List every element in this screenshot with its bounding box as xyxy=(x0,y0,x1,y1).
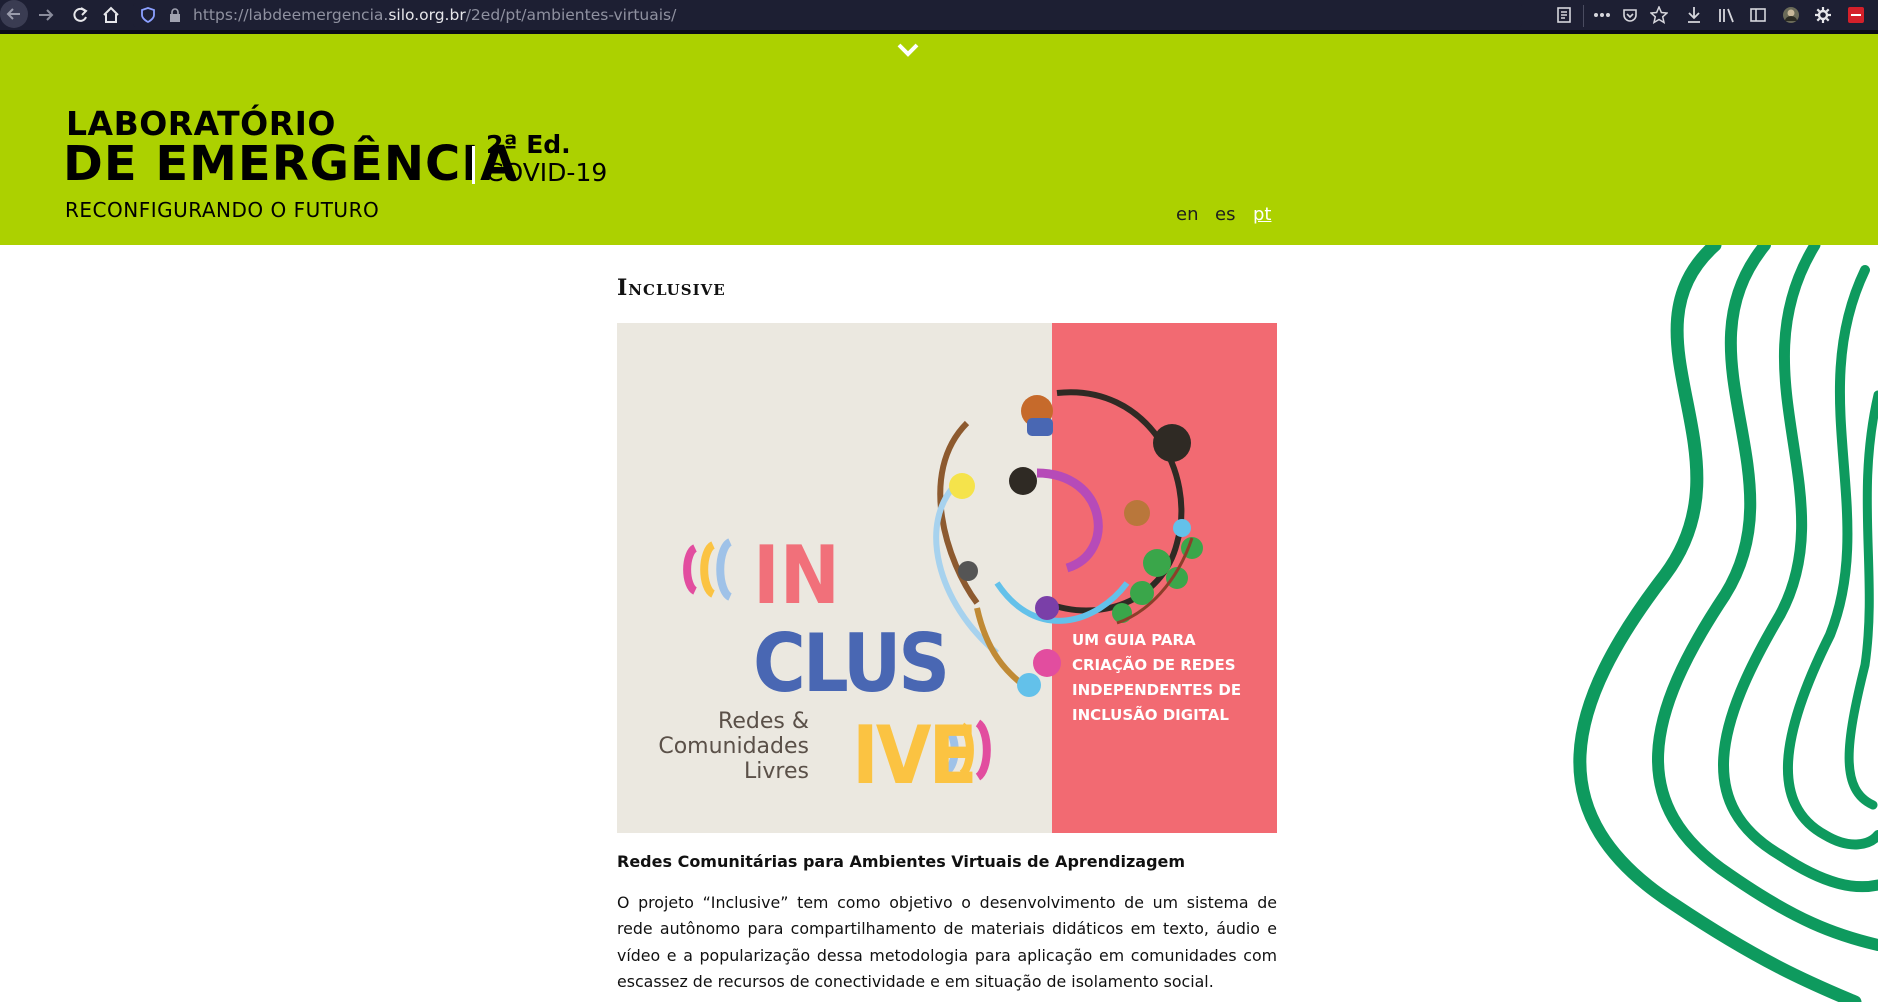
chevron-down-icon xyxy=(897,43,919,57)
decorative-wave-lines xyxy=(1573,245,1878,1002)
back-button[interactable] xyxy=(0,0,30,30)
library-button[interactable] xyxy=(1715,0,1739,30)
home-icon xyxy=(103,6,119,23)
cover-subtitle-line1: Redes & xyxy=(718,709,809,734)
logo-title-line2: DE EMERGÊNCIA xyxy=(63,136,519,192)
lang-pt-link[interactable]: pt xyxy=(1253,204,1271,225)
library-icon xyxy=(1719,8,1734,23)
cover-subtitle-line3: Livres xyxy=(744,759,809,784)
url-path: /2ed/pt/ambientes-virtuais/ xyxy=(465,6,677,24)
site-header: LABORATÓRIO DE EMERGÊNCIA 2ª Ed. COVID-1… xyxy=(0,34,1878,245)
page-title: Inclusive xyxy=(617,275,726,301)
sidebar-button[interactable] xyxy=(1746,0,1770,30)
pocket-button[interactable] xyxy=(1618,0,1642,30)
sidebar-icon xyxy=(1750,8,1766,22)
cover-right-panel xyxy=(1052,323,1277,833)
tracking-shield-icon[interactable] xyxy=(138,0,158,30)
expand-menu-button[interactable] xyxy=(896,42,920,62)
downloads-button[interactable] xyxy=(1682,0,1706,30)
back-arrow-icon xyxy=(0,0,28,28)
gear-icon xyxy=(1815,7,1831,23)
lock-icon[interactable] xyxy=(166,0,184,30)
cover-word-in: IN xyxy=(753,529,840,622)
logo-divider xyxy=(472,146,475,184)
settings-extension-button[interactable] xyxy=(1811,0,1835,30)
logo-edition: 2ª Ed. xyxy=(486,130,571,159)
description-paragraph: O projeto “Inclusive” tem como objetivo … xyxy=(617,893,1277,992)
red-extension-icon xyxy=(1848,7,1864,23)
extension-button[interactable] xyxy=(1779,0,1803,30)
cover-guide-line4: INCLUSÃO DIGITAL xyxy=(1072,705,1229,724)
reader-view-icon xyxy=(1557,7,1571,23)
reader-mode-button[interactable] xyxy=(1552,0,1576,30)
cover-word-ive: IVE xyxy=(852,709,975,802)
forward-arrow-icon xyxy=(39,9,54,21)
lang-es-link[interactable]: es xyxy=(1215,204,1235,225)
reload-icon xyxy=(73,7,88,22)
logo-tagline: RECONFIGURANDO O FUTURO xyxy=(65,198,380,222)
star-icon xyxy=(1650,6,1668,24)
cover-word-clus: CLUS xyxy=(753,617,947,710)
browser-toolbar: https://labdeemergencia.silo.org.br/2ed/… xyxy=(0,0,1878,34)
cover-guide-line3: INDEPENDENTES DE xyxy=(1072,681,1241,699)
cover-guide-line1: UM GUIA PARA xyxy=(1072,631,1196,649)
lang-en-link[interactable]: en xyxy=(1176,204,1198,225)
forward-button[interactable] xyxy=(34,0,58,30)
cover-guide-line2: CRIAÇÃO DE REDES xyxy=(1072,655,1236,674)
download-icon xyxy=(1688,7,1700,23)
logo-covid: COVID-19 xyxy=(486,158,608,187)
bookmark-star-button[interactable] xyxy=(1647,0,1671,30)
pocket-icon xyxy=(1623,9,1637,22)
avatar-extension-icon xyxy=(1783,7,1799,23)
home-button[interactable] xyxy=(99,0,123,30)
page-actions-button[interactable] xyxy=(1590,0,1614,30)
url-host: silo.org.br xyxy=(388,6,466,24)
reload-button[interactable] xyxy=(68,0,92,30)
section-subtitle: Redes Comunitárias para Ambientes Virtua… xyxy=(617,852,1186,871)
inclusive-cover-image: IN CLUS IVE Redes & Comunidades Livres U… xyxy=(617,323,1277,833)
more-dots-icon xyxy=(1594,13,1610,17)
cover-subtitle-line2: Comunidades xyxy=(658,734,809,759)
toolbar-separator xyxy=(1583,5,1584,27)
url-text[interactable]: https://labdeemergencia.silo.org.br/2ed/… xyxy=(193,6,676,24)
menu-extension-button[interactable] xyxy=(1844,0,1868,30)
url-prefix: https://labdeemergencia. xyxy=(193,6,389,24)
